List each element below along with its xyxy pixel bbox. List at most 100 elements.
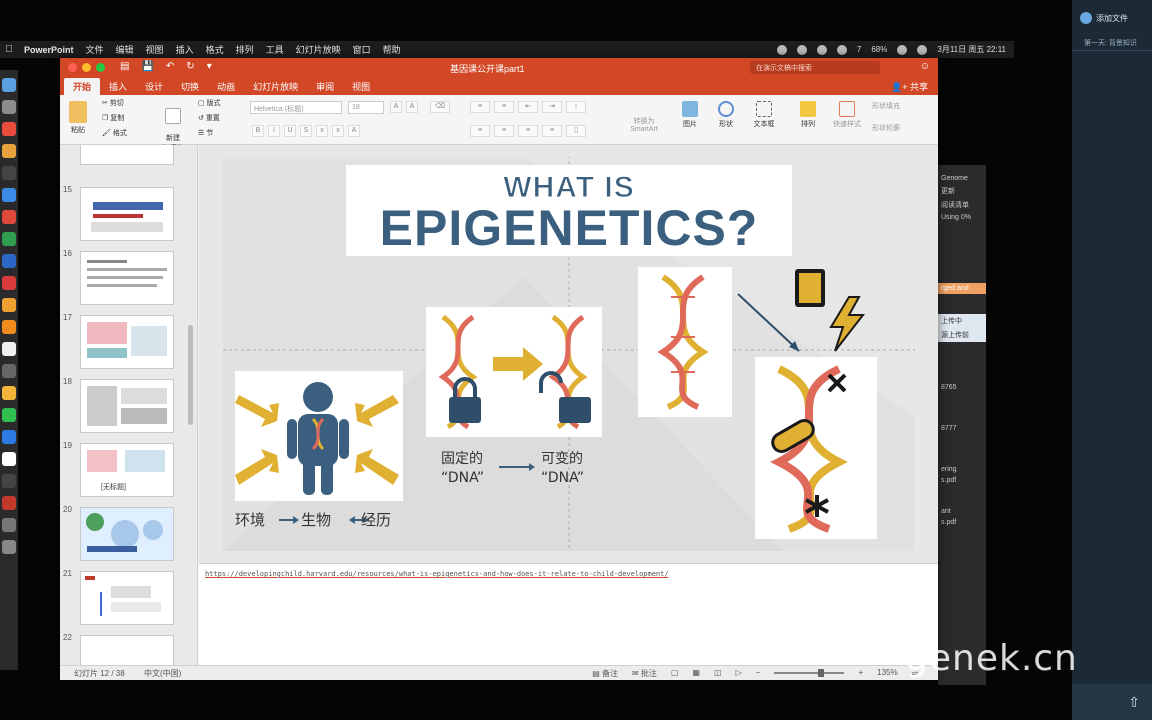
justify-button[interactable]: ≡ xyxy=(542,125,562,137)
normal-view-icon[interactable]: ▢ xyxy=(671,668,679,679)
notes-toggle[interactable]: ▤ 备注 xyxy=(592,668,618,679)
clock[interactable]: 3月11日 周五 22:11 xyxy=(937,44,1006,55)
comments-toggle[interactable]: ✉ 批注 xyxy=(632,668,657,679)
sublime-icon[interactable] xyxy=(2,320,16,334)
strikethrough-button[interactable]: S xyxy=(300,125,312,137)
reading-view-icon[interactable]: ◫ xyxy=(714,668,722,679)
word-icon[interactable] xyxy=(2,254,16,268)
tab-slideshow[interactable]: 幻灯片放映 xyxy=(244,78,307,95)
font-size-dropdown[interactable]: 18 xyxy=(348,101,384,114)
add-file-button[interactable]: 添加文件 xyxy=(1072,0,1152,36)
current-slide[interactable]: WHAT IS EPIGENETICS? 环境 生物 经历 固定的 可变的 “D… xyxy=(223,157,915,551)
zoom-slider-thumb[interactable] xyxy=(818,669,825,677)
numbering-button[interactable]: ≡ xyxy=(494,101,514,113)
thumbnails-scrollbar[interactable] xyxy=(188,325,193,425)
app-icon-3[interactable] xyxy=(2,452,16,466)
menu-insert[interactable]: 插入 xyxy=(176,43,194,56)
menu-slideshow[interactable]: 幻灯片放映 xyxy=(296,43,341,56)
menu-edit[interactable]: 编辑 xyxy=(116,43,134,56)
app-icon[interactable] xyxy=(2,298,16,312)
terminal-icon[interactable] xyxy=(2,166,16,180)
reset-button[interactable]: ↺ 重置 xyxy=(198,113,220,123)
decrease-font-button[interactable]: A xyxy=(406,101,418,113)
menu-file[interactable]: 文件 xyxy=(86,43,104,56)
menu-help[interactable]: 帮助 xyxy=(383,43,401,56)
slide-thumbnail[interactable] xyxy=(80,251,174,305)
calendar-icon[interactable] xyxy=(2,122,16,136)
app-icon-2[interactable] xyxy=(2,386,16,400)
redo-icon[interactable]: ↻ xyxy=(186,61,194,72)
arrange-button[interactable]: 排列 xyxy=(796,101,820,129)
siri-icon[interactable] xyxy=(917,44,928,55)
right-panel-item[interactable]: 第一天: 背景知识 xyxy=(1072,36,1152,51)
menu-format[interactable]: 格式 xyxy=(206,43,224,56)
shape-button[interactable]: 形状 xyxy=(714,101,738,129)
wifi-icon[interactable] xyxy=(776,44,787,55)
slide-thumbnail[interactable]: [无标题] xyxy=(80,443,174,497)
settings-icon[interactable] xyxy=(2,364,16,378)
slide-thumbnail[interactable] xyxy=(80,379,174,433)
menu-tools[interactable]: 工具 xyxy=(266,43,284,56)
font-name-dropdown[interactable]: Helvetica (标题) xyxy=(250,101,342,114)
menu-view[interactable]: 视图 xyxy=(146,43,164,56)
app-name[interactable]: PowerPoint xyxy=(24,45,74,55)
cut-button[interactable]: ✂ 剪切 xyxy=(102,98,124,108)
align-left-button[interactable]: ≡ xyxy=(470,125,490,137)
share-button[interactable]: 👤+ 共享 xyxy=(891,80,928,93)
trash-icon[interactable] xyxy=(2,540,16,554)
wechat-dock-icon[interactable] xyxy=(2,408,16,422)
toolbar-sidebar-icon[interactable]: ▤ xyxy=(120,61,129,72)
slide-thumbnail[interactable] xyxy=(80,145,174,165)
tab-review[interactable]: 审阅 xyxy=(307,78,343,95)
slide-thumbnail[interactable] xyxy=(80,507,174,561)
menu-arrange[interactable]: 排列 xyxy=(236,43,254,56)
zoom-slider[interactable] xyxy=(774,669,845,677)
slide-sorter-icon[interactable]: ▦ xyxy=(693,668,701,679)
safari-icon[interactable] xyxy=(2,188,16,202)
language-indicator[interactable]: 中文(中国) xyxy=(144,668,181,679)
align-center-button[interactable]: ≡ xyxy=(494,125,514,137)
notes-icon[interactable] xyxy=(2,342,16,356)
app-icon-4[interactable] xyxy=(2,474,16,488)
apple-icon[interactable]:  xyxy=(0,44,18,55)
filezilla-icon[interactable] xyxy=(2,496,16,510)
increase-font-button[interactable]: A xyxy=(390,101,402,113)
italic-button[interactable]: I xyxy=(268,125,280,137)
cloud-icon[interactable] xyxy=(796,44,807,55)
section-button[interactable]: ☰ 节 xyxy=(198,128,213,138)
slide-thumbnails-panel[interactable]: 15 16 17 18 19 [无标题] 20 21 22 xyxy=(60,145,198,665)
shield-icon[interactable] xyxy=(816,44,827,55)
superscript-button[interactable]: x xyxy=(316,125,328,137)
indent-increase-button[interactable]: ⇥ xyxy=(542,101,562,113)
line-spacing-button[interactable]: ↕ xyxy=(566,101,586,113)
clear-format-button[interactable]: ⌫ xyxy=(430,101,450,113)
zoom-out-button[interactable]: − xyxy=(756,668,761,679)
font-color-button[interactable]: A xyxy=(348,125,360,137)
wechat-icon[interactable] xyxy=(836,44,847,55)
battery-percent[interactable]: 68% xyxy=(871,45,887,54)
bg-row[interactable]: 阅读清单 xyxy=(938,198,986,212)
convert-smartart-button[interactable]: 转换为 SmartArt xyxy=(626,109,662,133)
tab-transitions[interactable]: 切换 xyxy=(172,78,208,95)
undo-icon[interactable]: ↶ xyxy=(166,61,174,72)
tab-animations[interactable]: 动画 xyxy=(208,78,244,95)
zoom-level[interactable]: 135% xyxy=(877,668,897,679)
align-right-button[interactable]: ≡ xyxy=(518,125,538,137)
tab-home[interactable]: 开始 xyxy=(64,78,101,95)
save-icon[interactable]: 💾 xyxy=(141,61,153,72)
slide-thumbnail[interactable] xyxy=(80,187,174,241)
minimize-button[interactable] xyxy=(82,63,91,72)
downloads-icon[interactable] xyxy=(2,518,16,532)
slide-thumbnail[interactable] xyxy=(80,315,174,369)
zoom-button[interactable] xyxy=(96,63,105,72)
opera-icon[interactable] xyxy=(2,276,16,290)
search-icon[interactable] xyxy=(897,44,908,55)
bullets-button[interactable]: ≡ xyxy=(470,101,490,113)
subscript-button[interactable]: x xyxy=(332,125,344,137)
upload-icon[interactable] xyxy=(2,430,16,444)
notes-pane[interactable]: https://developingchild.harvard.edu/reso… xyxy=(199,563,938,665)
finder-icon[interactable] xyxy=(2,78,16,92)
more-icon[interactable]: ▾ xyxy=(207,61,212,72)
tab-view[interactable]: 视图 xyxy=(343,78,379,95)
slide-thumbnail[interactable] xyxy=(80,635,174,665)
